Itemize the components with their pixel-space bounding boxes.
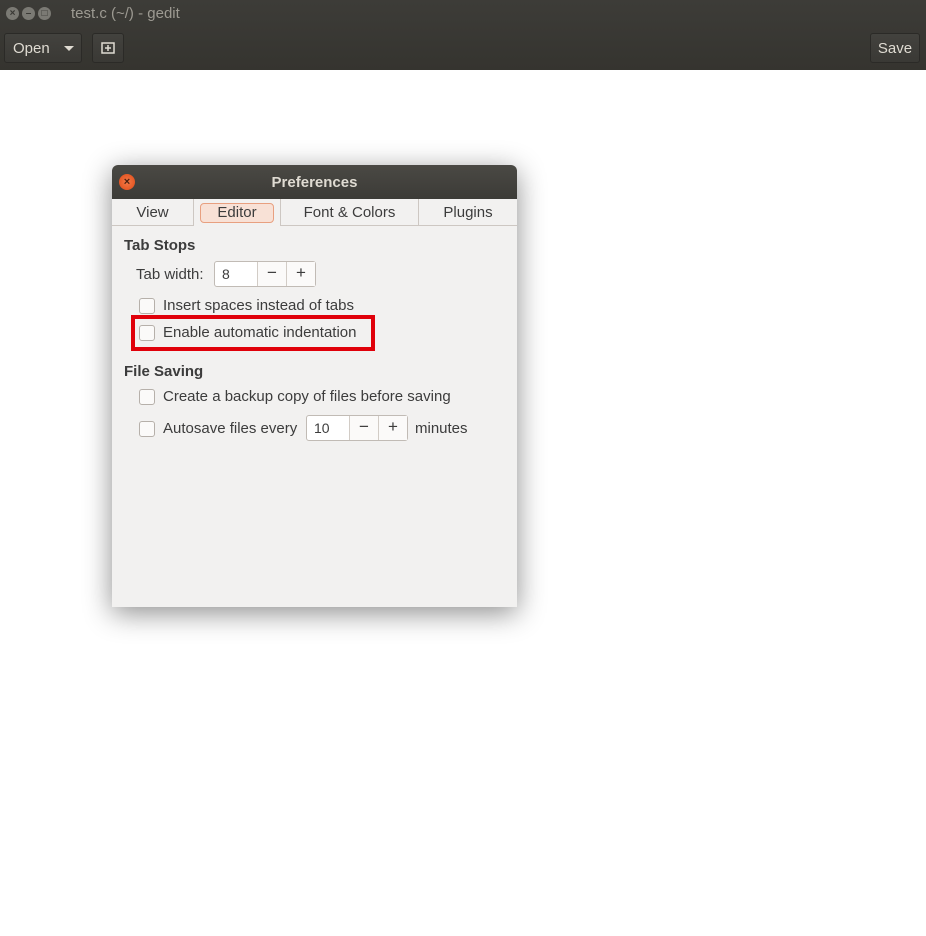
backup-label: Create a backup copy of files before sav… xyxy=(163,388,451,405)
insert-spaces-label: Insert spaces instead of tabs xyxy=(163,297,354,314)
tab-font-colors-label: Font & Colors xyxy=(303,204,396,221)
tab-width-label: Tab width: xyxy=(136,266,204,283)
backup-row[interactable]: Create a backup copy of files before sav… xyxy=(139,388,451,405)
tab-view[interactable]: View xyxy=(112,199,193,225)
autosave-unit-label: minutes xyxy=(415,420,468,437)
tab-plugins[interactable]: Plugins xyxy=(418,199,517,225)
insert-spaces-checkbox[interactable] xyxy=(139,297,155,314)
tab-view-label: View xyxy=(136,204,169,221)
open-button-label: Open xyxy=(13,39,50,57)
new-tab-button[interactable] xyxy=(92,33,124,63)
open-button[interactable]: Open xyxy=(4,33,82,63)
file-saving-heading: File Saving xyxy=(124,363,204,380)
window-minimize-icon[interactable]: – xyxy=(22,7,35,20)
backup-checkbox[interactable] xyxy=(139,388,155,405)
autosave-increment-button[interactable]: + xyxy=(378,416,407,440)
tab-width-increment-button[interactable]: + xyxy=(286,262,315,286)
tab-width-input[interactable]: 8 xyxy=(215,262,257,286)
autosave-row[interactable]: Autosave files every xyxy=(139,420,297,437)
preferences-dialog: × Preferences View Editor Font & Colors … xyxy=(112,165,517,607)
window-maximize-icon[interactable]: □ xyxy=(38,7,51,20)
tab-font-colors[interactable]: Font & Colors xyxy=(281,199,418,225)
save-button[interactable]: Save xyxy=(870,33,920,63)
tab-plugins-label: Plugins xyxy=(443,204,493,221)
tab-editor-label: Editor xyxy=(200,203,274,223)
dialog-title: Preferences xyxy=(271,174,358,191)
tab-bar: View Editor Font & Colors Plugins xyxy=(112,199,517,226)
autosave-checkbox[interactable] xyxy=(139,420,155,437)
autosave-input[interactable]: 10 xyxy=(307,416,349,440)
window-titlebar: × – □ test.c (~/) - gedit Open Save xyxy=(0,0,926,70)
tab-width-decrement-button[interactable]: − xyxy=(257,262,286,286)
window-close-icon[interactable]: × xyxy=(6,7,19,20)
autosave-stepper: 10 − + xyxy=(306,415,408,441)
window-controls: × – □ xyxy=(6,7,51,20)
autosave-decrement-button[interactable]: − xyxy=(349,416,378,440)
chevron-down-icon xyxy=(63,45,74,51)
tab-stops-heading: Tab Stops xyxy=(124,237,196,254)
tab-width-stepper: 8 − + xyxy=(214,261,316,287)
tab-editor[interactable]: Editor xyxy=(193,199,281,226)
highlight-box xyxy=(131,315,375,351)
new-tab-icon xyxy=(101,42,115,54)
autosave-label: Autosave files every xyxy=(163,420,298,437)
dialog-header: × Preferences xyxy=(112,165,517,199)
window-title: test.c (~/) - gedit xyxy=(71,5,180,22)
insert-spaces-row[interactable]: Insert spaces instead of tabs xyxy=(139,297,354,314)
